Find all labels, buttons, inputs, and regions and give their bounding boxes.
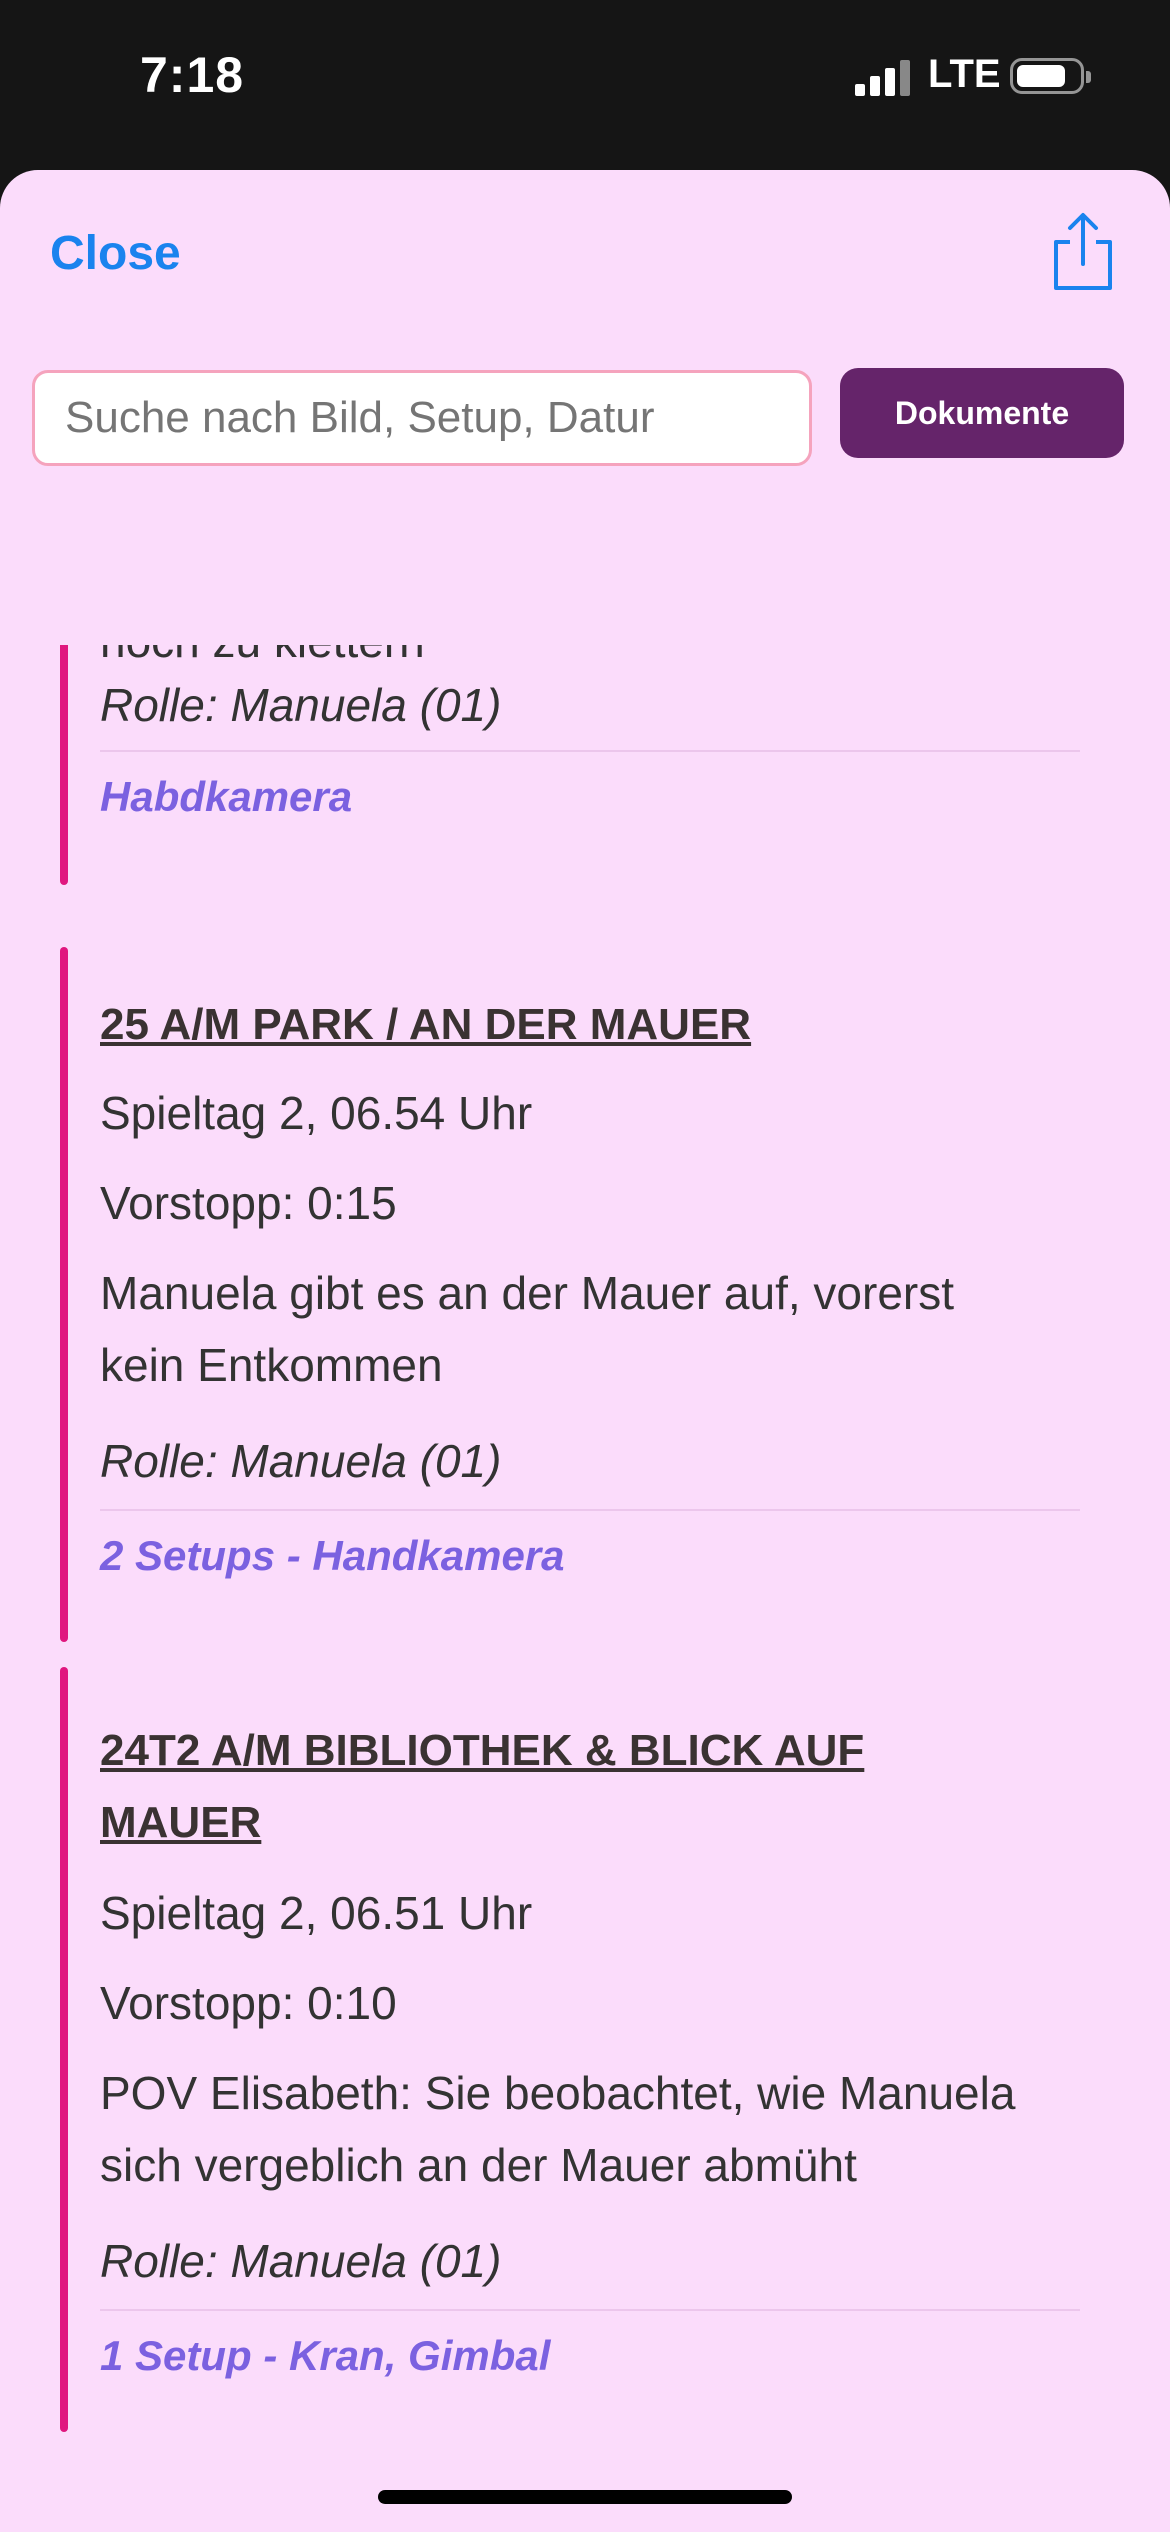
cellular-signal-icon [855,60,910,96]
scene-vorstopp: Vorstopp: 0:10 [100,1977,397,2029]
divider [100,2309,1080,2311]
scene-setup-info[interactable]: 1 Setup - Kran, Gimbal [100,2332,550,2380]
scene-card[interactable]: 24T2 A/M BIBLIOTHEK & BLICK AUF MAUER Sp… [60,1667,1110,2432]
scene-vorstopp: Vorstopp: 0:15 [100,1177,397,1229]
scene-accent-bar [60,645,68,885]
scene-role: Rolle: Manuela (01) [100,2235,502,2287]
documents-button[interactable]: Dokumente [840,368,1124,458]
scene-list[interactable]: noch zu klettern Rolle: Manuela (01) Hab… [0,645,1170,2532]
scene-role: Rolle: Manuela (01) [100,1435,502,1487]
network-type: LTE [928,52,1001,96]
scene-description: POV Elisabeth: Sie beobachtet, wie Manue… [100,2067,1016,2119]
scene-day: Spieltag 2, 06.51 Uhr [100,1887,533,1939]
share-icon[interactable] [1050,212,1116,292]
scene-day: Spieltag 2, 06.54 Uhr [100,1087,533,1139]
scene-setup-info[interactable]: 2 Setups - Handkamera [100,1532,565,1580]
search-input[interactable] [32,370,812,466]
scene-description: Manuela gibt es an der Mauer auf, vorers… [100,1267,955,1319]
scene-title[interactable]: 25 A/M PARK / AN DER MAUER [100,989,751,1061]
scene-card[interactable]: noch zu klettern Rolle: Manuela (01) Hab… [60,645,1110,885]
status-bar: 7:18 LTE [0,0,1170,170]
close-button[interactable]: Close [50,226,181,281]
divider [100,750,1080,752]
scene-card[interactable]: 25 A/M PARK / AN DER MAUER Spieltag 2, 0… [60,947,1110,1642]
divider [100,1509,1080,1511]
scene-description: sich vergeblich an der Mauer abmüht [100,2139,857,2191]
home-indicator[interactable] [378,2490,792,2504]
status-time: 7:18 [140,47,245,103]
scene-role: Rolle: Manuela (01) [100,679,502,731]
battery-icon [1010,58,1091,94]
scene-description: kein Entkommen [100,1339,443,1391]
modal-sheet: Close Dokumente noch zu klettern Rolle: … [0,170,1170,2532]
scene-title[interactable]: 24T2 A/M BIBLIOTHEK & BLICK AUF [100,1715,864,1787]
scene-title[interactable]: MAUER [100,1787,261,1859]
scene-setup-info[interactable]: Habdkamera [100,773,352,821]
scene-accent-bar [60,1667,68,2432]
scene-accent-bar [60,947,68,1642]
